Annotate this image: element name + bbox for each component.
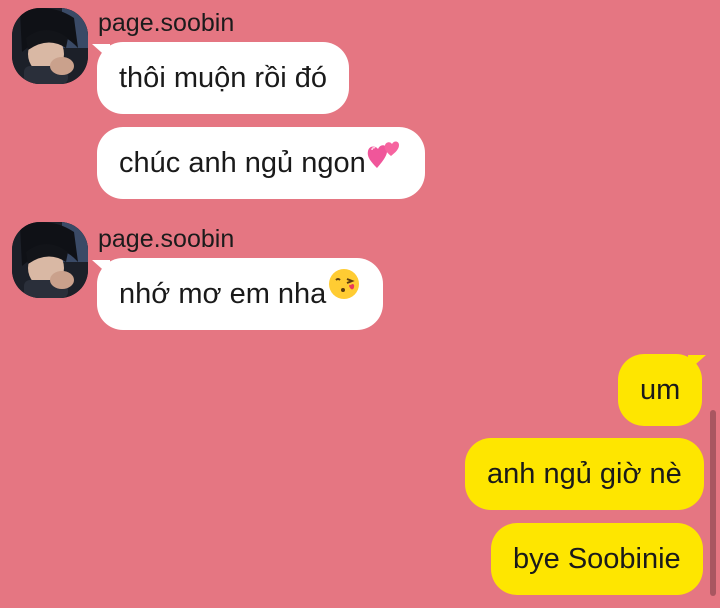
incoming-message[interactable]: nhớ mơ em nha (97, 256, 384, 330)
avatar[interactable] (12, 222, 88, 298)
scrollbar[interactable] (710, 410, 716, 596)
two-hearts-emoji (367, 125, 403, 197)
profile-photo (12, 222, 88, 298)
message-text: thôi muộn rồi đó (119, 62, 327, 94)
chat-thread[interactable]: page.soobin thôi muộn rồi đó chúc anh ng… (0, 0, 720, 608)
avatar[interactable] (12, 8, 88, 84)
incoming-message[interactable]: chúc anh ngủ ngon (97, 127, 425, 199)
profile-photo (12, 8, 88, 84)
message-text: um (640, 374, 681, 406)
sender-name: page.soobin (98, 9, 235, 37)
sender-name: page.soobin (98, 225, 235, 253)
face-blowing-kiss-emoji (327, 256, 361, 328)
message-text: anh ngủ giờ nè (487, 458, 682, 490)
message-text: nhớ mơ em nha (119, 278, 327, 310)
outgoing-message[interactable]: um (618, 354, 703, 426)
outgoing-message[interactable]: anh ngủ giờ nè (465, 438, 704, 510)
message-text: bye Soobinie (513, 543, 681, 575)
message-text: chúc anh ngủ ngon (119, 147, 366, 179)
incoming-message[interactable]: thôi muộn rồi đó (97, 42, 349, 114)
outgoing-message[interactable]: bye Soobinie (491, 523, 703, 595)
